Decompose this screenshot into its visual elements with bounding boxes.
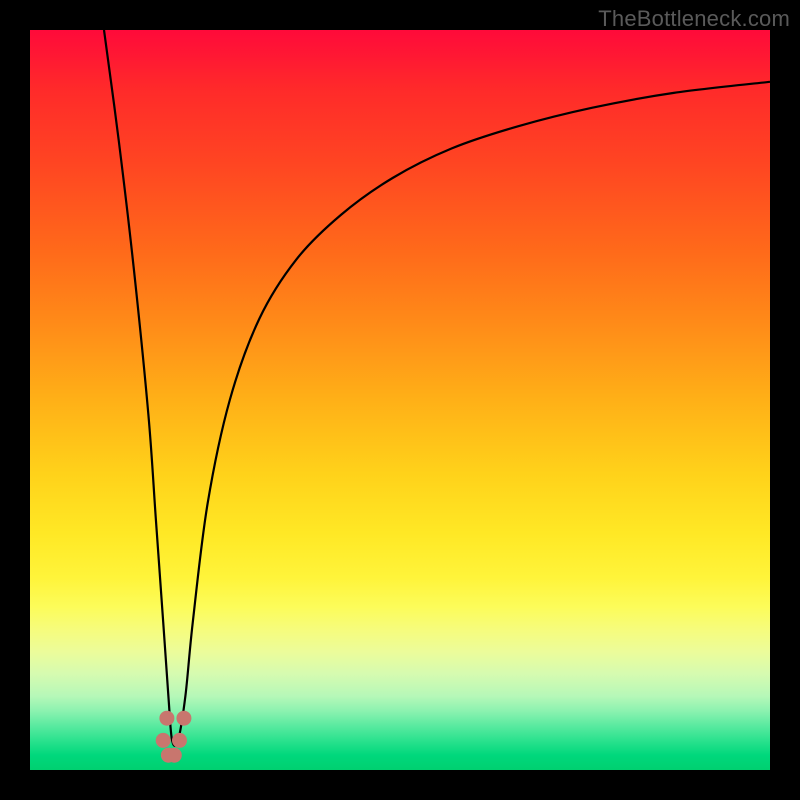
curve-marker	[159, 711, 174, 726]
attribution-text: TheBottleneck.com	[598, 6, 790, 32]
bottleneck-curve	[104, 30, 770, 746]
curve-marker	[172, 733, 187, 748]
chart-svg	[30, 30, 770, 770]
plot-area	[30, 30, 770, 770]
chart-container: TheBottleneck.com	[0, 0, 800, 800]
curve-marker	[156, 733, 171, 748]
curve-marker	[167, 748, 182, 763]
curve-marker	[176, 711, 191, 726]
marker-group	[156, 711, 192, 763]
